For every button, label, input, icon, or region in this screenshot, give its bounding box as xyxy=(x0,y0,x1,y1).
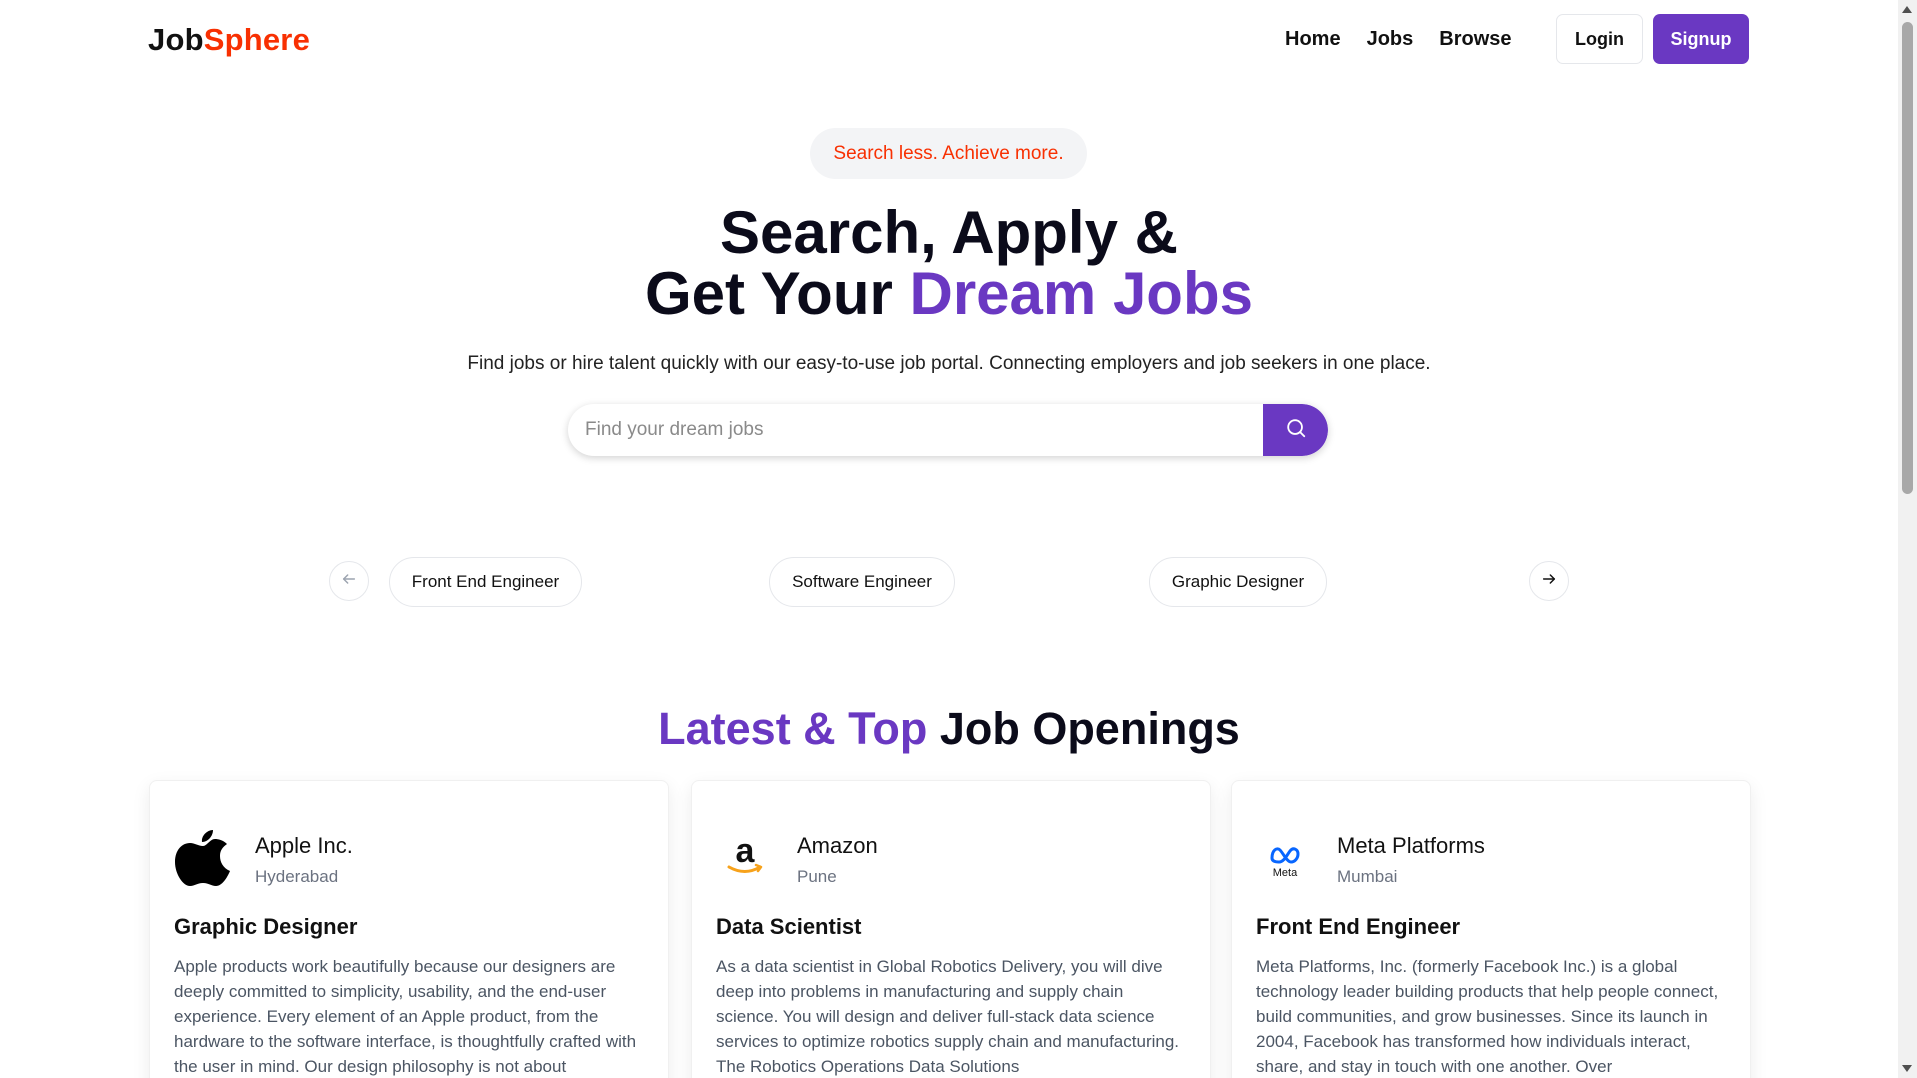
category-chip[interactable]: Software Engineer xyxy=(769,557,955,607)
hero-title-prefix: Get Your xyxy=(645,260,910,327)
signup-button[interactable]: Signup xyxy=(1653,14,1749,64)
logo-text-job: Job xyxy=(148,22,204,57)
job-card[interactable]: Apple Inc. Hyderabad Graphic Designer Ap… xyxy=(149,780,669,1078)
category-chip[interactable]: Front End Engineer xyxy=(389,557,582,607)
page-scrollbar[interactable] xyxy=(1898,0,1917,1078)
section-title: Latest & Top Job Openings xyxy=(0,703,1898,755)
apple-logo-icon xyxy=(172,826,234,888)
meta-logo-icon: Meta xyxy=(1254,826,1316,888)
nav-home[interactable]: Home xyxy=(1285,28,1341,51)
section-title-accent: Latest & Top xyxy=(658,703,928,754)
hero-title-accent: Dream Jobs xyxy=(909,260,1253,327)
section-title-rest: Job Openings xyxy=(927,703,1240,754)
login-button[interactable]: Login xyxy=(1556,14,1643,64)
scrollbar-thumb[interactable] xyxy=(1902,22,1913,494)
job-location: Mumbai xyxy=(1337,867,1398,886)
job-title: Front End Engineer xyxy=(1256,914,1461,939)
logo-text-sphere: Sphere xyxy=(203,22,311,57)
hero-title: Search, Apply & Get Your Dream Jobs xyxy=(0,202,1898,324)
arrow-right-icon xyxy=(1541,571,1557,592)
hero-description: Find jobs or hire talent quickly with ou… xyxy=(467,353,1431,374)
job-location: Pune xyxy=(797,867,837,886)
scroll-down-arrow-icon[interactable] xyxy=(1902,1065,1912,1072)
job-description: Meta Platforms, Inc. (formerly Facebook … xyxy=(1256,957,1719,1076)
search-input[interactable] xyxy=(568,404,1263,456)
carousel-next-button[interactable] xyxy=(1529,561,1569,601)
svg-text:Meta: Meta xyxy=(1273,867,1298,879)
search-button[interactable] xyxy=(1263,404,1328,456)
job-description: Apple products work beautifully because … xyxy=(174,957,637,1076)
company-name: Meta Platforms xyxy=(1337,833,1485,858)
arrow-left-icon xyxy=(341,571,357,592)
hero-title-line1: Search, Apply & xyxy=(720,199,1178,266)
job-title: Graphic Designer xyxy=(174,914,358,939)
company-name: Apple Inc. xyxy=(255,833,353,858)
job-title: Data Scientist xyxy=(716,914,862,939)
job-card[interactable]: Meta Meta Platforms Mumbai Front End Eng… xyxy=(1231,780,1751,1078)
job-description: As a data scientist in Global Robotics D… xyxy=(716,957,1180,1076)
carousel-prev-button[interactable] xyxy=(329,561,369,601)
job-card[interactable]: a Amazon Pune Data Scientist As a data s… xyxy=(691,780,1211,1078)
hero-title-line2: Get Your Dream Jobs xyxy=(0,263,1898,324)
nav-browse[interactable]: Browse xyxy=(1439,28,1511,51)
navbar: JobSphere Home Jobs Browse Login Signup xyxy=(0,0,1898,80)
search-bar xyxy=(568,404,1328,456)
site-logo[interactable]: JobSphere xyxy=(148,22,310,58)
amazon-logo-icon: a xyxy=(714,826,776,888)
category-chip[interactable]: Graphic Designer xyxy=(1149,557,1327,607)
nav-jobs[interactable]: Jobs xyxy=(1367,28,1414,51)
tagline-badge: Search less. Achieve more. xyxy=(810,128,1087,179)
company-name: Amazon xyxy=(797,833,878,858)
job-location: Hyderabad xyxy=(255,867,339,886)
svg-text:a: a xyxy=(736,832,756,870)
scroll-up-arrow-icon[interactable] xyxy=(1902,6,1912,13)
nav-links: Home Jobs Browse xyxy=(1285,28,1512,51)
search-icon xyxy=(1285,417,1307,444)
